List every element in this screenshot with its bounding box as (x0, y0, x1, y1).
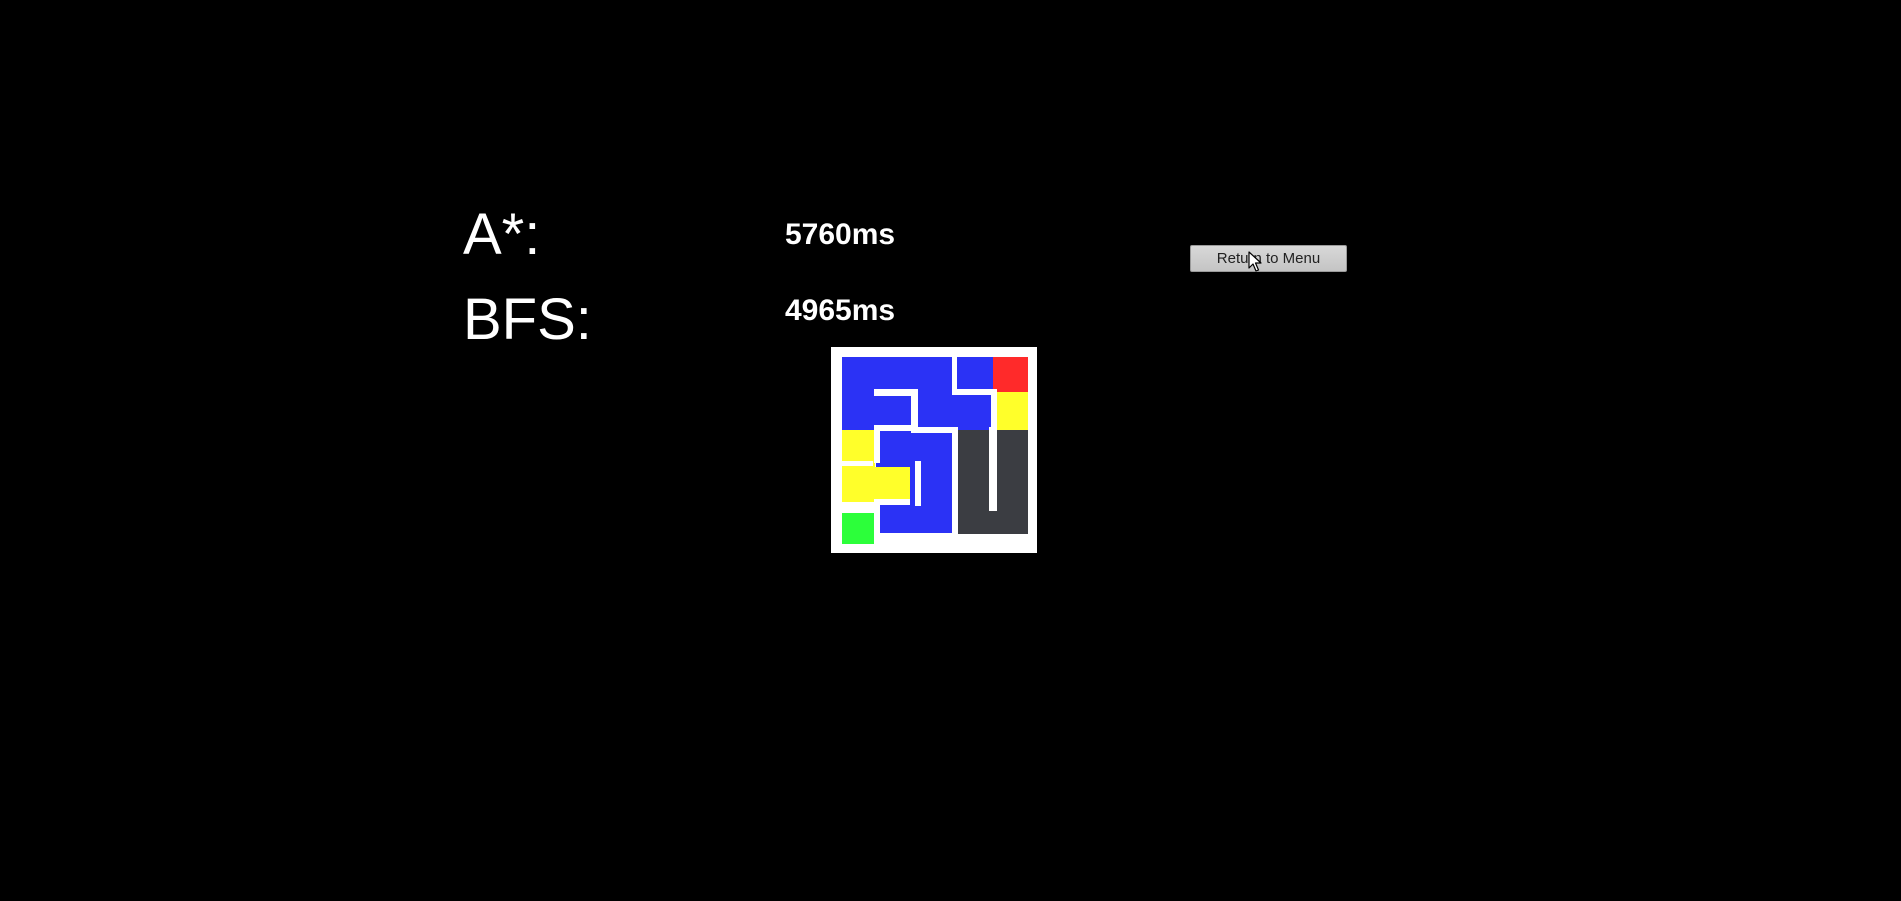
maze-path-cell (997, 392, 1028, 430)
maze-wall (874, 499, 880, 544)
maze-wall (874, 389, 916, 396)
maze-wall (915, 461, 921, 506)
bfs-time-value: 4965ms (785, 294, 896, 327)
maze-wall (952, 356, 957, 394)
maze-path-cell (842, 467, 910, 502)
maze-start-cell (842, 513, 879, 544)
bfs-label: BFS: (463, 287, 592, 352)
maze-wall (952, 427, 958, 541)
maze-wall (991, 389, 997, 431)
astar-time-value: 5760ms (785, 218, 896, 251)
maze-wall (913, 427, 956, 433)
maze-goal-cell (993, 357, 1028, 392)
maze-wall (952, 389, 997, 395)
return-to-menu-button[interactable]: Return to Menu (1190, 245, 1347, 272)
maze-wall (874, 425, 880, 463)
maze-grid (831, 347, 1037, 553)
astar-label: A*: (463, 202, 541, 267)
maze-wall (989, 427, 997, 511)
maze-wall (876, 425, 912, 431)
maze-wall (841, 461, 873, 466)
maze-wall (911, 389, 918, 433)
